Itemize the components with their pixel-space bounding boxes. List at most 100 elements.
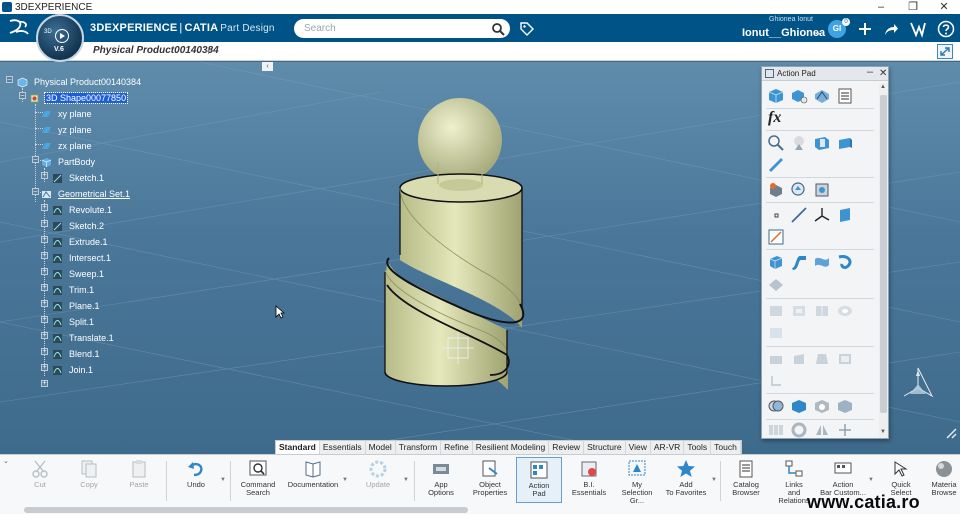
tree-node[interactable]: 3D Shape00077850 <box>29 91 129 105</box>
tab-structure[interactable]: Structure <box>584 441 626 454</box>
tree-expander[interactable]: + <box>41 380 48 387</box>
minimize-button[interactable]: – <box>867 66 873 78</box>
sweep-icon[interactable] <box>790 253 808 271</box>
section-view-icon[interactable] <box>813 134 831 152</box>
tree-node[interactable]: Sweep.1 <box>52 267 105 281</box>
tree-node[interactable]: Trim.1 <box>52 283 95 297</box>
measure-icon[interactable] <box>767 134 785 152</box>
help-icon[interactable] <box>937 20 955 38</box>
remove-body-icon[interactable] <box>813 397 831 415</box>
command-search-button[interactable]: Command Search <box>240 457 276 503</box>
resize-icon[interactable] <box>944 426 958 440</box>
tree-expander[interactable]: – <box>6 76 13 83</box>
material-browser-button[interactable]: Materia Browse <box>928 457 960 503</box>
tree-node[interactable]: yz plane <box>41 123 93 137</box>
sketch-tool-icon[interactable] <box>767 228 785 246</box>
tree-expander[interactable]: – <box>32 188 39 195</box>
extrude-icon[interactable] <box>767 253 785 271</box>
tab-view[interactable]: View <box>626 441 651 454</box>
tree-node[interactable]: Split.1 <box>52 315 95 329</box>
line-icon[interactable] <box>790 206 808 224</box>
undo-dropdown-icon[interactable]: ▼ <box>220 477 226 483</box>
tab-transform[interactable]: Transform <box>396 441 442 454</box>
circular-pattern-icon[interactable] <box>790 421 808 439</box>
tree-node[interactable]: Join.1 <box>52 363 94 377</box>
thickness-icon[interactable] <box>767 372 785 390</box>
scrollbar-thumb[interactable] <box>880 95 887 413</box>
tag-icon[interactable] <box>519 21 535 37</box>
tree-node[interactable]: Sketch.1 <box>52 171 105 185</box>
boolean-icon[interactable] <box>767 397 785 415</box>
tab-physical-product[interactable]: Physical Product00140384 <box>93 45 219 56</box>
close-window-button[interactable]: ✕ <box>929 0 959 14</box>
action-pad-scrollbar[interactable]: ▲ ▼ <box>879 83 888 438</box>
tree-node[interactable]: Geometrical Set.1 <box>41 187 131 201</box>
tree-collapse-button[interactable]: ‹ <box>262 62 273 71</box>
tree-node[interactable]: Revolute.1 <box>52 203 113 217</box>
update-dropdown-icon[interactable]: ▼ <box>403 477 409 483</box>
shaft-icon[interactable] <box>813 302 831 320</box>
search-icon[interactable] <box>491 22 505 36</box>
insert-body-icon[interactable] <box>790 87 808 105</box>
tab-ar-vr[interactable]: AR-VR <box>651 441 685 454</box>
add-body-icon[interactable] <box>790 397 808 415</box>
tree-expander[interactable]: – <box>32 156 39 163</box>
action-pad-button[interactable]: Action Pad <box>516 457 562 503</box>
axis-triad-icon[interactable] <box>900 364 936 402</box>
tab-resilient-modeling[interactable]: Resilient Modeling <box>473 441 550 454</box>
bi-essentials-button[interactable]: B.I. Essentials <box>570 457 608 503</box>
chevron-down-icon[interactable]: ⌄ <box>3 457 9 465</box>
tree-node[interactable]: Blend.1 <box>52 347 101 361</box>
tab-essentials[interactable]: Essentials <box>320 441 366 454</box>
user-menu[interactable]: Ionut__Ghionea <box>742 27 825 39</box>
tab-tools[interactable]: Tools <box>684 441 712 454</box>
tree-node[interactable]: Intersect.1 <box>52 251 112 265</box>
scroll-up-icon[interactable]: ▲ <box>880 84 886 90</box>
tab-touch[interactable]: Touch <box>711 441 741 454</box>
tree-node[interactable]: xy plane <box>41 107 93 121</box>
wall-thickness-icon[interactable] <box>836 134 854 152</box>
share-icon[interactable] <box>882 20 900 38</box>
tree-node[interactable]: PartBody <box>41 155 96 169</box>
tree-expander[interactable]: + <box>41 220 48 227</box>
catalog-browser-button[interactable]: Catalog Browser <box>728 457 764 503</box>
tab-model[interactable]: Model <box>366 441 396 454</box>
play-icon[interactable] <box>55 29 69 43</box>
tree-list-icon[interactable] <box>836 87 854 105</box>
fill-icon[interactable] <box>813 253 831 271</box>
undo-button[interactable]: Undo <box>180 457 212 503</box>
search-input[interactable] <box>294 19 510 38</box>
plus-icon[interactable] <box>856 20 874 38</box>
draft-icon[interactable] <box>813 350 831 368</box>
plane-tool-icon[interactable] <box>836 206 854 224</box>
tree-expander[interactable]: + <box>41 364 48 371</box>
cut-button[interactable]: Cut <box>24 457 56 503</box>
tab-refine[interactable]: Refine <box>441 441 473 454</box>
documentation-dropdown-icon[interactable]: ▼ <box>342 477 348 483</box>
scroll-down-icon[interactable]: ▼ <box>880 429 886 435</box>
tab-review[interactable]: Review <box>549 441 585 454</box>
ds-logo-icon[interactable] <box>8 18 30 40</box>
my-selection-group-button[interactable]: My Selection Gr... <box>614 457 660 505</box>
intersect-body-icon[interactable] <box>836 397 854 415</box>
ruler-icon[interactable] <box>767 156 785 174</box>
minimize-window-button[interactable]: – <box>866 0 896 14</box>
tree-node[interactable]: Translate.1 <box>52 331 115 345</box>
axis-system-icon[interactable] <box>813 206 831 224</box>
paste-button[interactable]: Paste <box>121 457 157 503</box>
analysis-icon[interactable] <box>790 134 808 152</box>
zoom-select-icon[interactable] <box>790 181 808 199</box>
transform-icon[interactable] <box>836 421 854 439</box>
pad-icon[interactable] <box>767 302 785 320</box>
point-icon[interactable] <box>767 206 785 224</box>
inspect-icon[interactable] <box>813 181 831 199</box>
body-icon[interactable] <box>767 87 785 105</box>
add-tab-button[interactable]: + <box>205 44 212 58</box>
app-options-button[interactable]: App Options <box>424 457 458 503</box>
compass-widget[interactable]: 3D V.6 <box>36 14 84 62</box>
customize-dropdown-icon[interactable]: ▼ <box>868 477 874 483</box>
tab-standard[interactable]: Standard <box>276 441 320 454</box>
tree-expander[interactable]: + <box>41 332 48 339</box>
tree-expander[interactable]: + <box>41 252 48 259</box>
shell-icon[interactable] <box>836 350 854 368</box>
